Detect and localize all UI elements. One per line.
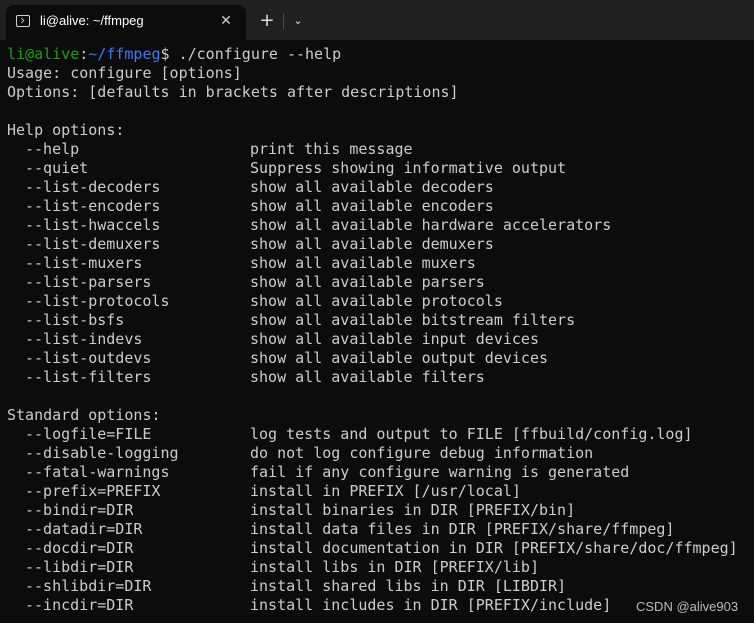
option-description: show all available muxers [250, 254, 476, 272]
prompt-separator: : [79, 45, 89, 63]
option-description: install in PREFIX [/usr/local] [250, 482, 521, 500]
option-description: show all available demuxers [250, 235, 494, 253]
tab-title: li@alive: ~/ffmpeg [40, 13, 144, 28]
option-row: --list-bsfs show all available bitstream … [7, 311, 754, 330]
tab-ffmpeg[interactable]: li@alive: ~/ffmpeg ✕ [6, 5, 246, 40]
option-description: show all available bitstream filters [250, 311, 576, 329]
option-row: --list-protocols show all available proto… [7, 292, 754, 311]
option-flag: --list-demuxers [25, 235, 161, 253]
option-row: --list-outdevs show all available output … [7, 349, 754, 368]
new-tab-button[interactable]: + [256, 10, 278, 32]
option-description: show all available protocols [250, 292, 503, 310]
help-options-header: Help options: [7, 121, 125, 139]
option-description: Suppress showing informative output [250, 159, 567, 177]
option-flag: --list-muxers [25, 254, 143, 272]
option-description: do not log configure debug information [250, 444, 594, 462]
option-description: show all available decoders [250, 178, 494, 196]
option-flag: --list-protocols [25, 292, 170, 310]
options-line: Options: [defaults in brackets after des… [7, 83, 459, 101]
option-row: --list-muxers show all available muxers [7, 254, 754, 273]
option-flag: --fatal-warnings [25, 463, 170, 481]
option-flag: --list-bsfs [25, 311, 125, 329]
prompt-user-host: li@alive [7, 45, 80, 63]
option-description: show all available encoders [250, 197, 494, 215]
prompt-line: li@alive:~/ffmpeg$ ./configure --help [7, 45, 754, 64]
option-row: --list-hwaccels show all available hardwa… [7, 216, 754, 235]
option-description: install libs in DIR [PREFIX/lib] [250, 558, 539, 576]
option-flag: --list-filters [25, 368, 152, 386]
option-row: --list-decoders show all available decode… [7, 178, 754, 197]
option-description: fail if any configure warning is generat… [250, 463, 630, 481]
option-row: --list-demuxers show all available demuxe… [7, 235, 754, 254]
option-description: log tests and output to FILE [ffbuild/co… [250, 425, 693, 443]
option-description: install includes in DIR [PREFIX/include] [250, 596, 612, 614]
tab-divider [283, 13, 284, 29]
option-description: install binaries in DIR [PREFIX/bin] [250, 501, 576, 519]
usage-line: Usage: configure [options] [7, 64, 242, 82]
prompt-symbol: $ [160, 45, 170, 63]
option-description: show all available output devices [250, 349, 549, 367]
option-description: show all available input devices [250, 330, 539, 348]
option-flag: --logfile=FILE [25, 425, 152, 443]
prompt-command: ./configure --help [169, 45, 342, 63]
option-flag: --docdir=DIR [25, 539, 134, 557]
option-description: show all available parsers [250, 273, 485, 291]
chevron-down-icon[interactable]: ⌄ [288, 10, 308, 32]
option-row: --list-encoders show all available encode… [7, 197, 754, 216]
option-row: --list-indevs show all available input de… [7, 330, 754, 349]
option-flag: --list-encoders [25, 197, 161, 215]
option-row: --list-filters show all available filters [7, 368, 754, 387]
option-row: --prefix=PREFIX install in PREFIX [/usr/l… [7, 482, 754, 501]
option-flag: --libdir=DIR [25, 558, 134, 576]
option-description: show all available filters [250, 368, 485, 386]
option-flag: --list-indevs [25, 330, 143, 348]
option-flag: --shlibdir=DIR [25, 577, 152, 595]
option-description: show all available hardware accelerators [250, 216, 612, 234]
option-row: --libdir=DIR install libs in DIR [PREFIX/… [7, 558, 754, 577]
option-flag: --quiet [25, 159, 89, 177]
option-row: --disable-logging do not log configure de… [7, 444, 754, 463]
option-description: print this message [250, 140, 413, 158]
option-row: --datadir=DIR install data files in DIR [… [7, 520, 754, 539]
option-row: --quiet Suppress showing informative outp… [7, 159, 754, 178]
option-flag: --prefix=PREFIX [25, 482, 161, 500]
option-description: install shared libs in DIR [LIBDIR] [250, 577, 567, 595]
option-flag: --bindir=DIR [25, 501, 134, 519]
close-icon[interactable]: ✕ [216, 11, 236, 31]
standard-options-list: --logfile=FILE log tests and output to FI… [7, 425, 754, 615]
terminal-output[interactable]: li@alive:~/ffmpeg$ ./configure --help Us… [0, 45, 754, 623]
option-flag: --list-hwaccels [25, 216, 161, 234]
option-flag: --help [25, 140, 80, 158]
help-options-list: --help print this message --quiet Suppress … [7, 140, 754, 387]
option-description: install data files in DIR [PREFIX/share/… [250, 520, 675, 538]
option-flag: --list-outdevs [25, 349, 152, 367]
option-description: install documentation in DIR [PREFIX/sha… [250, 539, 738, 557]
option-row: --help print this message [7, 140, 754, 159]
option-row: --bindir=DIR install binaries in DIR [PRE… [7, 501, 754, 520]
option-row: --shlibdir=DIR install shared libs in DIR… [7, 577, 754, 596]
prompt-path: ~/ffmpeg [88, 45, 161, 63]
option-flag: --incdir=DIR [25, 596, 134, 614]
option-row: --fatal-warnings fail if any configure wa… [7, 463, 754, 482]
option-flag: --list-decoders [25, 178, 161, 196]
title-bar: li@alive: ~/ffmpeg ✕ + ⌄ [0, 0, 754, 40]
option-flag: --disable-logging [25, 444, 179, 462]
option-row: --logfile=FILE log tests and output to FI… [7, 425, 754, 444]
terminal-icon [16, 15, 30, 27]
terminal-window: li@alive: ~/ffmpeg ✕ + ⌄ li@alive:~/ffmp… [0, 0, 754, 623]
standard-options-header: Standard options: [7, 406, 161, 424]
option-row: --docdir=DIR install documentation in DIR… [7, 539, 754, 558]
option-flag: --datadir=DIR [25, 520, 143, 538]
option-flag: --list-parsers [25, 273, 152, 291]
option-row: --list-parsers show all available parsers [7, 273, 754, 292]
watermark: CSDN @alive903 [636, 599, 739, 614]
